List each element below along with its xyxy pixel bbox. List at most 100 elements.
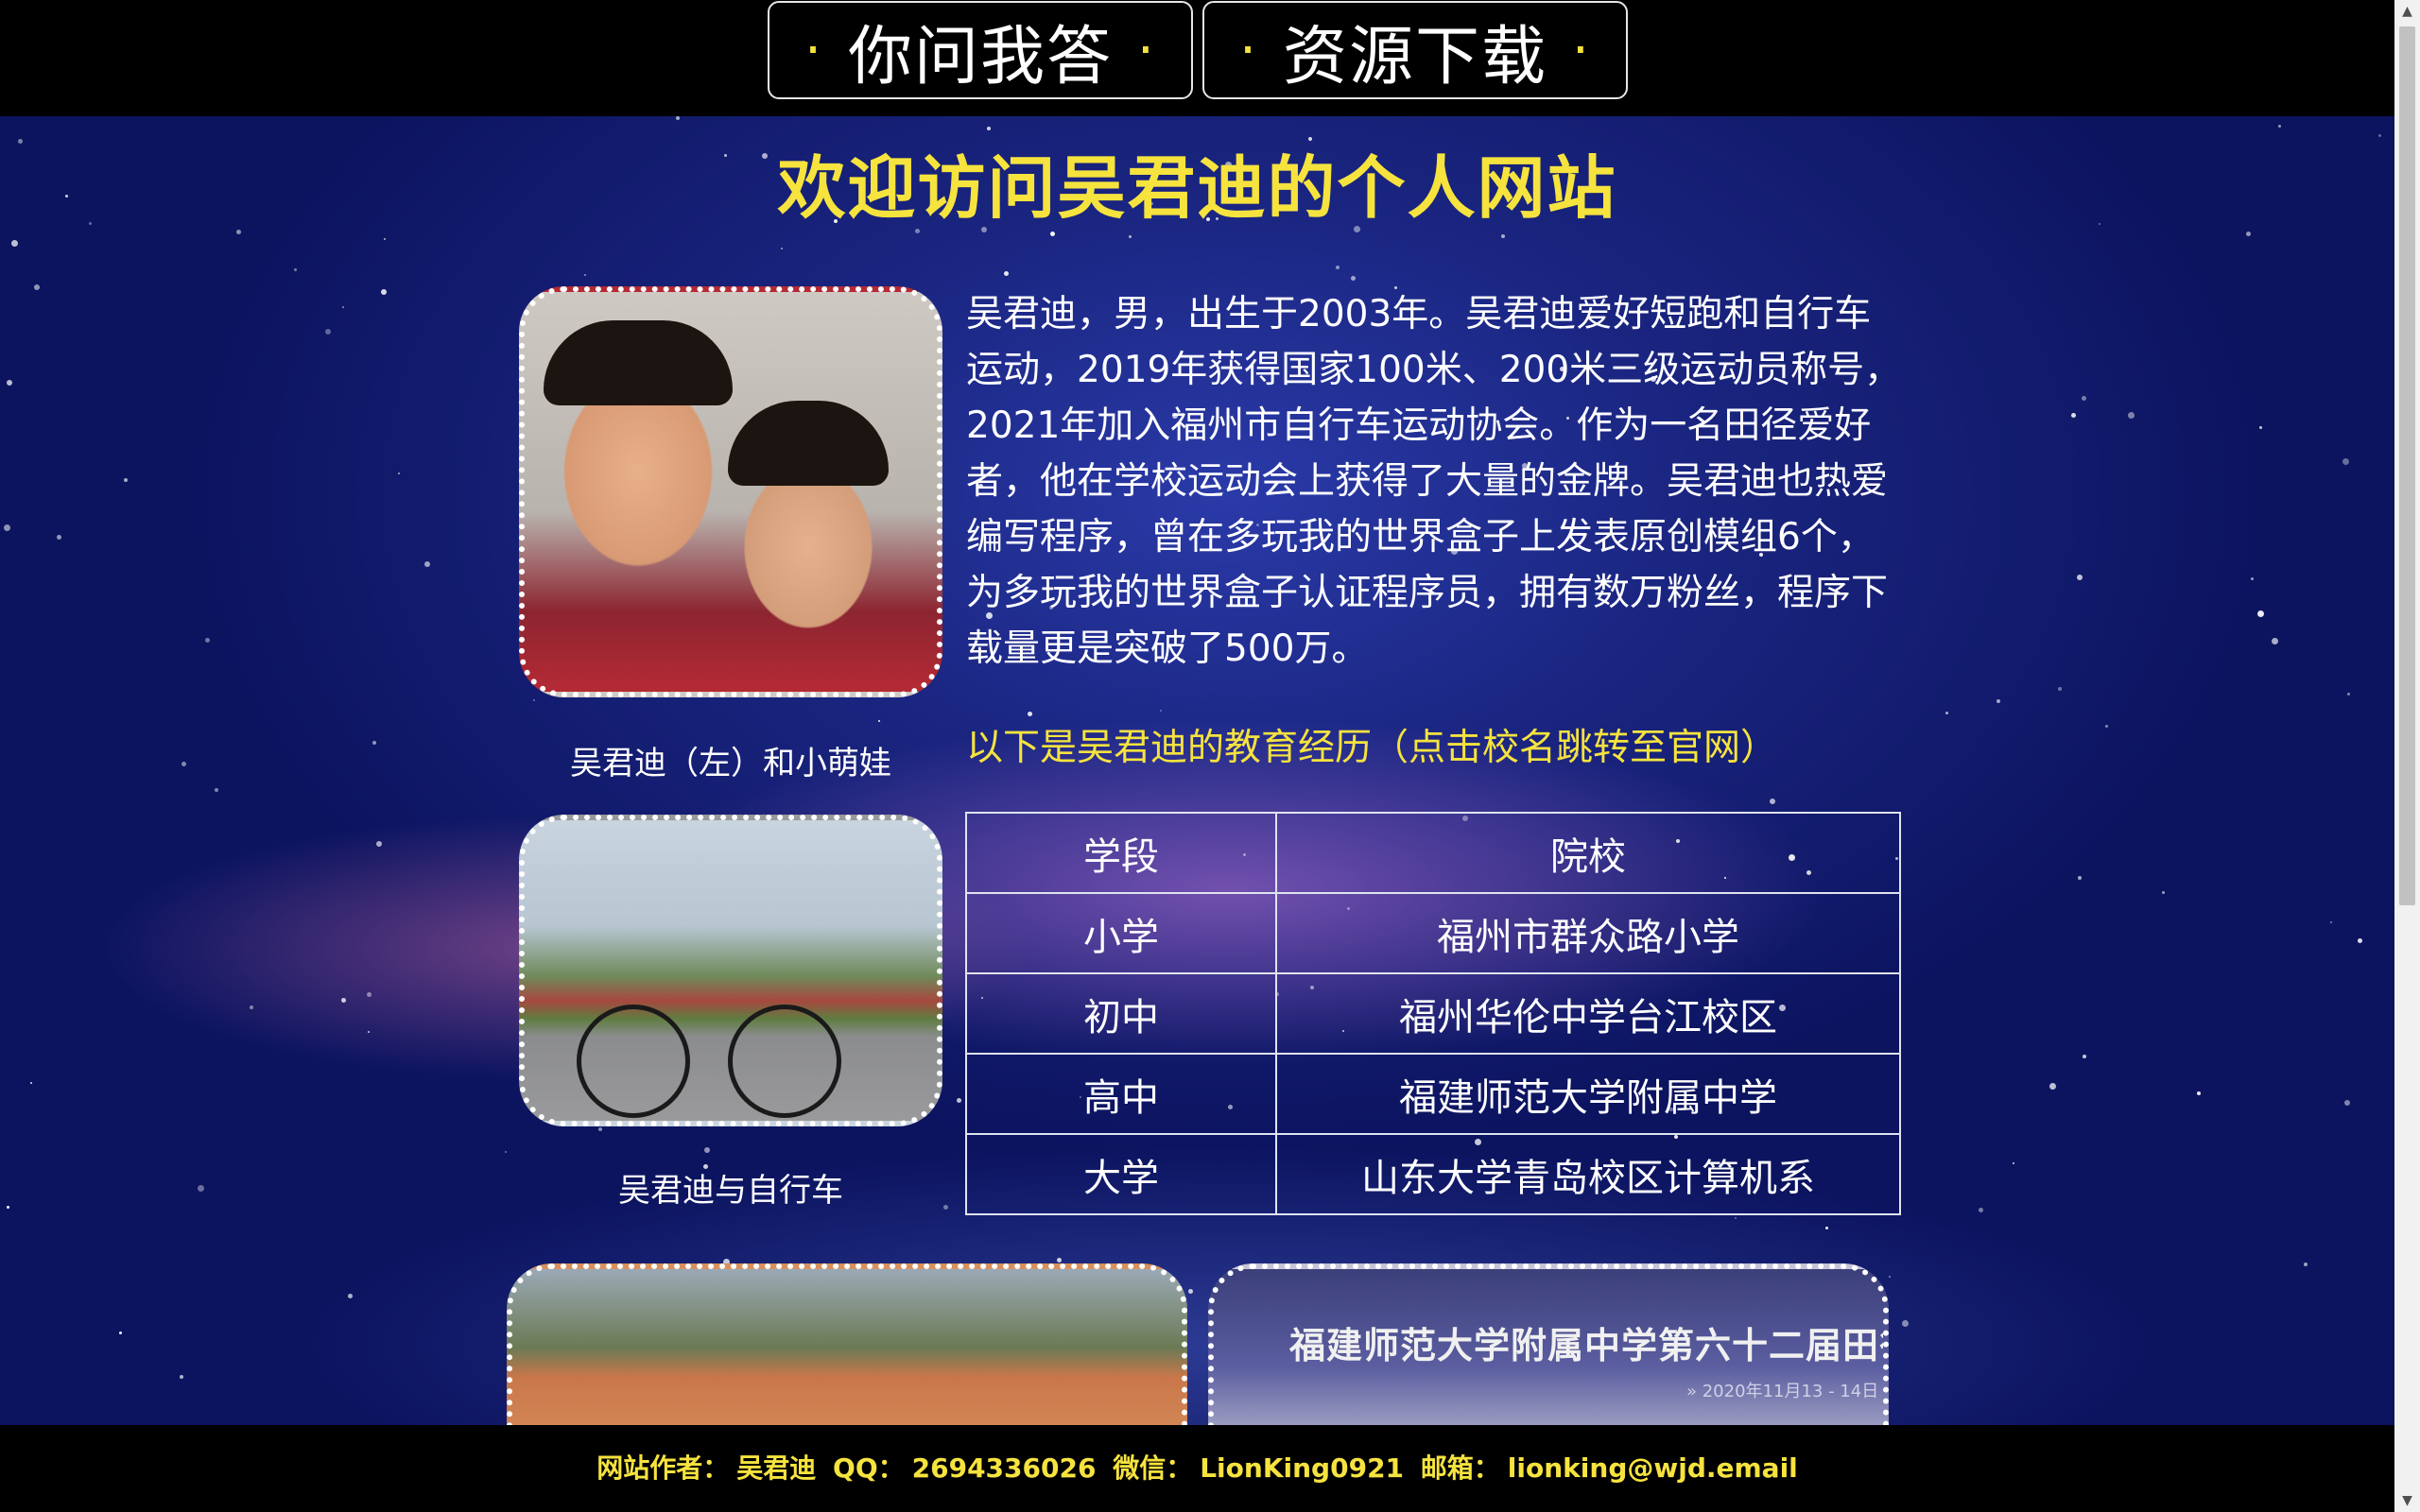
star [1129, 235, 1132, 238]
star [2058, 687, 2062, 691]
star [30, 1082, 32, 1084]
bicycle-photo [519, 815, 942, 1126]
scroll-thumb[interactable] [2399, 26, 2415, 905]
star [505, 1151, 507, 1153]
star [943, 1205, 948, 1210]
footer-qq-label: QQ： [833, 1452, 905, 1484]
school-link[interactable]: 福州市群众路小学 [1275, 892, 1901, 974]
column-header-stage: 学段 [965, 812, 1277, 894]
sports-meet-banner: 福建师范大学附属中学第六十二届田径运动会 [1289, 1325, 1883, 1366]
star [367, 992, 372, 997]
star [2272, 638, 2278, 644]
star [424, 561, 430, 567]
footer-author: 吴君迪 [736, 1452, 817, 1484]
vertical-scrollbar[interactable]: ▲ ▼ [2394, 0, 2420, 1512]
star [1825, 1227, 1828, 1229]
star [2304, 1263, 2308, 1266]
star [598, 1127, 602, 1131]
star [584, 274, 586, 276]
stage-cell: 高中 [965, 1053, 1277, 1135]
star [2071, 413, 2076, 418]
star [704, 1147, 710, 1153]
footer-email-label: 邮箱： [1420, 1452, 1500, 1484]
footer-email[interactable]: lionking@wjd.email [1508, 1452, 1798, 1484]
table-row: 大学 山东大学青岛校区计算机系 [965, 1133, 1901, 1215]
star [341, 998, 346, 1003]
star [1188, 1289, 1193, 1294]
school-link[interactable]: 福建师范大学附属中学 [1275, 1053, 1901, 1135]
star [533, 699, 535, 701]
star [180, 1375, 183, 1379]
star [1028, 712, 1032, 716]
star [2077, 575, 2083, 580]
star [1351, 276, 1356, 281]
education-intro: 以下是吴君迪的教育经历（点击校名跳转至官网） [966, 727, 1778, 769]
star [957, 1098, 961, 1103]
star [1057, 1258, 1062, 1263]
star [2013, 1162, 2014, 1164]
star [1050, 232, 1055, 236]
star [1004, 271, 1009, 276]
star [1889, 1276, 1891, 1278]
nav-qa-button[interactable]: · 你问我答 · [768, 1, 1193, 99]
star [34, 284, 40, 290]
star [1501, 234, 1505, 238]
school-link[interactable]: 福州华伦中学台江校区 [1275, 972, 1901, 1055]
education-table: 学段 院校 小学 福州市群众路小学 初中 福州华伦中学台江校区 高中 福建师范大… [965, 812, 1901, 1215]
table-row: 小学 福州市群众路小学 [965, 892, 1901, 974]
column-header-school: 院校 [1275, 812, 1901, 894]
star [57, 535, 61, 540]
star [2278, 125, 2281, 128]
star [372, 741, 376, 745]
school-link[interactable]: 山东大学青岛校区计算机系 [1275, 1133, 1901, 1215]
star [2257, 610, 2264, 617]
page: · 你问我答 · · 资源下载 · 欢迎访问吴君迪的个人网站 吴君迪（左）和小萌… [0, 0, 2420, 1512]
star [1996, 699, 2000, 703]
stage-cell: 大学 [965, 1133, 1277, 1215]
star [7, 1206, 9, 1209]
star [2049, 1083, 2056, 1090]
nav-dot-left: · [1239, 19, 1258, 81]
star [198, 1185, 204, 1192]
star [119, 1332, 122, 1334]
portrait-photo [519, 286, 942, 697]
star [348, 1294, 353, 1298]
nav-qa-label: 你问我答 [847, 19, 1113, 94]
star [342, 306, 344, 308]
footer-wechat-label: 微信： [1113, 1452, 1193, 1484]
table-row: 高中 福建师范大学附属中学 [965, 1053, 1901, 1135]
star [1945, 712, 1948, 714]
sports-meet-date: » 2020年11月13 - 14日 [1686, 1382, 1879, 1401]
star [325, 329, 331, 335]
star [1336, 266, 1340, 269]
star [2342, 458, 2349, 465]
star [215, 788, 218, 792]
star [368, 1031, 370, 1033]
star [124, 478, 128, 482]
star [294, 268, 297, 271]
star [1735, 1217, 1737, 1219]
star [2078, 876, 2082, 880]
star [1979, 1208, 1983, 1212]
star [4, 524, 10, 531]
stage-cell: 初中 [965, 972, 1277, 1055]
star [2358, 938, 2362, 943]
star [2105, 725, 2108, 728]
star [2246, 232, 2251, 236]
star [2344, 1100, 2350, 1106]
bicycle-caption: 吴君迪与自行车 [618, 1172, 843, 1210]
nav-dot-left: · [804, 19, 823, 81]
star [2162, 891, 2165, 894]
nav-download-button[interactable]: · 资源下载 · [1202, 1, 1628, 99]
nav-dot-right: · [1137, 19, 1156, 81]
star [2082, 396, 2086, 401]
star [2259, 426, 2262, 429]
scroll-up-icon[interactable]: ▲ [2394, 0, 2420, 23]
footer-wechat: LionKing0921 [1200, 1452, 1405, 1484]
table-row: 初中 福州华伦中学台江校区 [965, 972, 1901, 1055]
scroll-down-icon[interactable]: ▼ [2394, 1489, 2420, 1512]
footer-qq: 2694336026 [911, 1452, 1097, 1484]
star [781, 248, 783, 249]
nav-dot-right: · [1572, 19, 1591, 81]
stage-cell: 小学 [965, 892, 1277, 974]
